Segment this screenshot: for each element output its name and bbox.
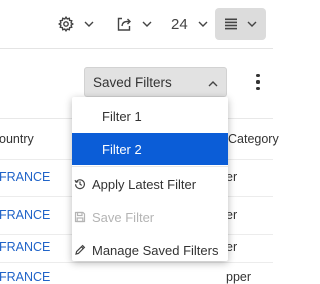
table-cell-country[interactable]: FRANCE bbox=[0, 240, 50, 254]
saved-filters-menu: Filter 1 Filter 2 Apply Latest Filter Sa… bbox=[72, 97, 228, 261]
saved-filters-label: Saved Filters bbox=[93, 74, 172, 90]
list-view-icon bbox=[225, 18, 237, 30]
chevron-down-icon bbox=[198, 21, 208, 27]
menu-divider bbox=[72, 166, 228, 167]
menu-item-label: Save Filter bbox=[92, 209, 155, 225]
menu-item-label: Filter 1 bbox=[102, 108, 142, 124]
column-header-country[interactable]: ountry bbox=[0, 132, 34, 146]
table-cell-country[interactable]: FRANCE bbox=[0, 208, 50, 222]
toolbar-divider bbox=[0, 48, 273, 49]
chevron-down-icon bbox=[84, 21, 94, 27]
chevron-down-icon bbox=[142, 21, 152, 27]
page-size-dropdown[interactable]: 24 bbox=[171, 8, 208, 40]
table-cell-country[interactable]: FRANCE bbox=[0, 270, 50, 284]
table-cell-country[interactable]: FRANCE bbox=[0, 170, 50, 184]
menu-item-filter-2[interactable]: Filter 2 bbox=[72, 133, 228, 165]
more-vertical-icon[interactable] bbox=[250, 70, 266, 94]
save-icon bbox=[74, 211, 86, 223]
export-icon bbox=[116, 16, 132, 32]
menu-item-save-filter[interactable]: Save Filter bbox=[72, 201, 228, 233]
menu-item-manage-saved-filters[interactable]: Manage Saved Filters bbox=[72, 234, 228, 266]
table-cell-partial: pper bbox=[226, 270, 252, 284]
menu-item-label: Filter 2 bbox=[102, 141, 142, 157]
settings-dropdown-button[interactable] bbox=[58, 8, 94, 40]
column-header-category[interactable]: Category bbox=[228, 132, 279, 146]
view-mode-dropdown[interactable] bbox=[215, 8, 266, 40]
saved-filters-button[interactable]: Saved Filters bbox=[84, 67, 227, 97]
page-size-value: 24 bbox=[171, 15, 188, 33]
history-icon bbox=[74, 178, 86, 190]
gear-icon bbox=[58, 16, 74, 32]
menu-item-apply-latest-filter[interactable]: Apply Latest Filter bbox=[72, 168, 228, 200]
menu-item-filter-1[interactable]: Filter 1 bbox=[72, 100, 228, 132]
menu-item-label: Apply Latest Filter bbox=[92, 176, 197, 192]
export-dropdown-button[interactable] bbox=[116, 8, 152, 40]
top-toolbar: 24 bbox=[0, 0, 273, 48]
menu-item-label: Manage Saved Filters bbox=[92, 242, 219, 258]
pencil-icon bbox=[74, 244, 86, 256]
chevron-down-icon bbox=[247, 21, 257, 27]
chevron-up-icon bbox=[208, 75, 218, 90]
